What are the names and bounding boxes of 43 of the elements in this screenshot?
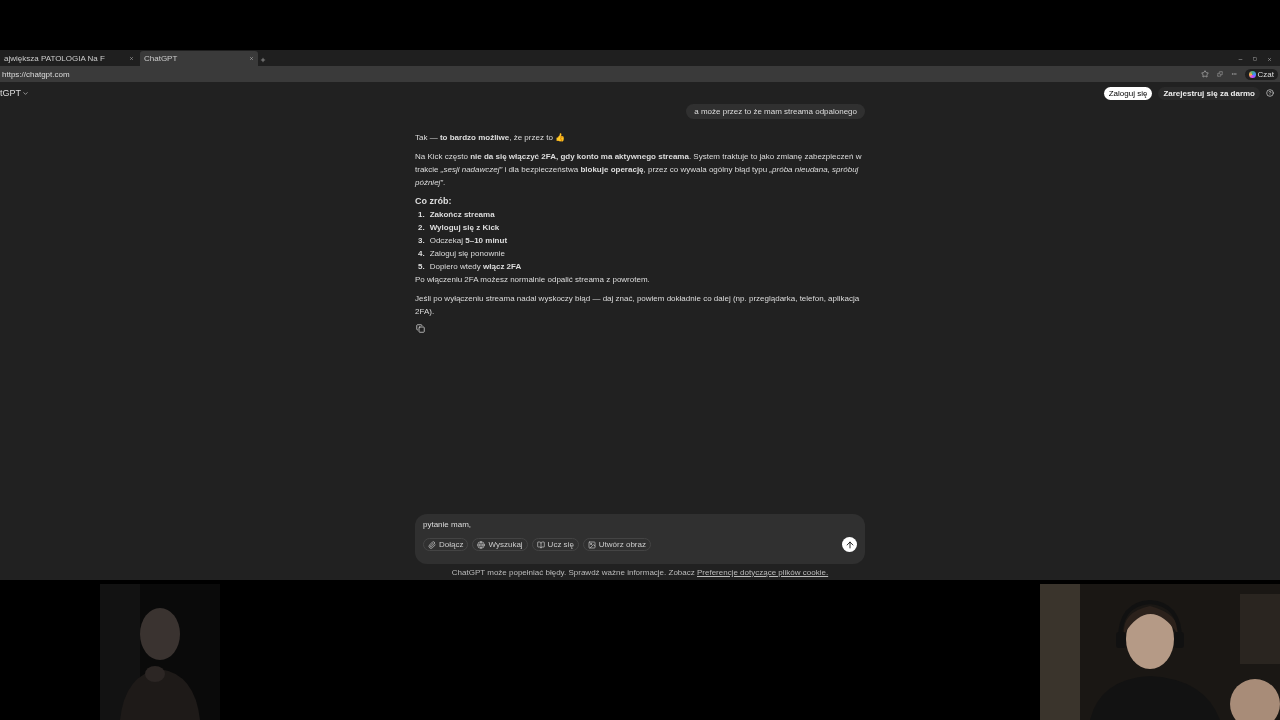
- paperclip-icon: [428, 540, 436, 549]
- new-tab-icon[interactable]: [260, 57, 266, 63]
- signup-button[interactable]: Zarejestruj się za darmo: [1158, 86, 1260, 100]
- address-field[interactable]: https://chatgpt.com: [2, 69, 1193, 79]
- list-number: 3.: [418, 235, 425, 247]
- arrow-up-icon: [844, 539, 855, 550]
- answer-text: Po włączeniu 2FA możesz normalnie odpalić streama z powrotem.: [415, 275, 650, 284]
- close-icon[interactable]: [249, 56, 254, 61]
- list-number: 1.: [418, 209, 425, 221]
- login-button[interactable]: Zaloguj się: [1103, 86, 1153, 100]
- list-item: Zakończ streama: [429, 209, 495, 221]
- copilot-button[interactable]: Czat: [1244, 68, 1278, 80]
- chevron-down-icon: [22, 89, 29, 97]
- answer-text: Jeśli po wyłączeniu streama nadal wyskoczy błąd — daj znać, powiem dokładnie co dalej (np. przeglądarka, telefon, aplikacja 2FA).: [415, 294, 860, 316]
- list-item: Wyloguj się z Kick: [429, 222, 500, 234]
- close-icon[interactable]: [129, 56, 134, 61]
- copy-icon[interactable]: [416, 324, 425, 333]
- answer-heading: Co zrób:: [415, 195, 453, 208]
- browser-tab[interactable]: ajwiększa PATOLOGIA Na F: [0, 51, 138, 66]
- star-icon[interactable]: [1200, 70, 1209, 78]
- disclaimer-text: ChatGPT może popełniać błędy. Sprawdź ważne informacje. Zobacz Preferencje dotyczące plików cookie.: [451, 568, 829, 577]
- answer-text: Na Kick często nie da się włączyć 2FA, gdy konto ma aktywnego streama. System traktuje to jako zmianę zabezpieczeń w trakcie „sesji nadawczej” i dla bezpieczeństwa blokuje operację, przez co wywala ogólny błąd typu „próba nieudana, spróbuj później”.: [415, 152, 862, 187]
- image-icon: [587, 540, 596, 549]
- list-item: Odczekaj 5–10 minut: [429, 235, 508, 247]
- list-number: 5.: [418, 261, 425, 273]
- globe-icon: [477, 540, 486, 549]
- list-number: 4.: [418, 248, 425, 260]
- message-input[interactable]: pytanie mam, Dołącz Wyszukaj Ucz się Utwórz obraz: [415, 514, 865, 564]
- send-button[interactable]: [842, 537, 857, 552]
- book-icon: [536, 540, 545, 549]
- list-item: Dopiero wtedy włącz 2FA: [429, 261, 522, 273]
- cookie-link[interactable]: Preferencje dotyczące plików cookie.: [697, 568, 829, 577]
- more-icon[interactable]: [1230, 71, 1237, 77]
- model-selector[interactable]: tGPT: [0, 88, 29, 98]
- close-icon[interactable]: [1267, 56, 1272, 62]
- help-icon[interactable]: [1266, 89, 1274, 97]
- browser-tab[interactable]: ChatGPT: [140, 51, 258, 66]
- maximize-icon[interactable]: [1253, 57, 1257, 61]
- answer-text: Tak — to bardzo możliwe, że przez to 👍: [415, 133, 566, 142]
- minimize-icon[interactable]: [1238, 56, 1243, 62]
- list-item: Zaloguj się ponownie: [429, 248, 505, 260]
- user-message: a może przez to że mam streama odpalonego: [686, 104, 865, 119]
- list-number: 2.: [418, 222, 425, 234]
